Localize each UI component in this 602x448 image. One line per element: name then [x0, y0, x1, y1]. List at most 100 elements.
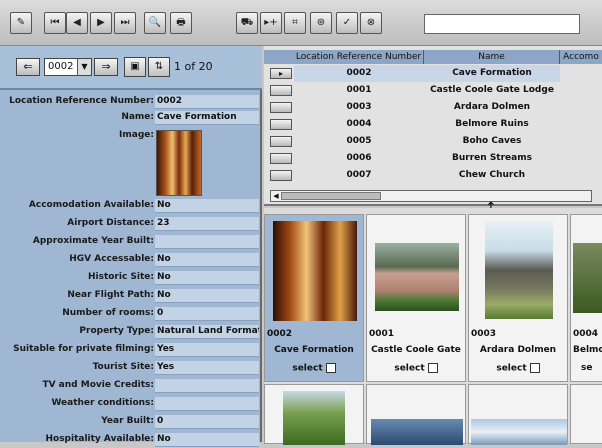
table-row[interactable]: ▸ 0002 Cave Formation [264, 65, 602, 82]
field-value[interactable]: No [155, 199, 259, 213]
row-selector[interactable] [270, 153, 292, 164]
field-label: Location Reference Number: [9, 96, 154, 106]
filter-icon[interactable]: ⊛ [310, 12, 332, 34]
horizontal-scrollbar[interactable]: ◀ [270, 190, 592, 202]
records-table: Location Reference Number Name Accomo ▸ 0… [264, 46, 602, 206]
table-row[interactable]: 0003 Ardara Dolmen [264, 99, 602, 116]
row-selector[interactable] [270, 136, 292, 147]
select-control[interactable]: select [367, 363, 465, 374]
add-record-icon[interactable]: ▸+ [260, 12, 282, 34]
thumbnail-image[interactable] [371, 419, 463, 445]
field-row: Near Flight Path: No [0, 288, 262, 304]
record-select[interactable]: 0002 ▼ [44, 58, 92, 76]
calendar-icon[interactable]: ▣ [124, 57, 146, 77]
column-header[interactable]: Location Reference Number [294, 50, 424, 64]
table-row[interactable]: 0006 Burren Streams [264, 150, 602, 167]
back-arrow-icon[interactable]: ⇐ [16, 58, 40, 76]
field-value[interactable]: No [155, 289, 259, 303]
row-selector[interactable] [270, 85, 292, 96]
field-value[interactable] [155, 397, 259, 411]
field-value[interactable]: No [155, 253, 259, 267]
cell-name[interactable]: Burren Streams [424, 150, 560, 167]
cell-name[interactable]: Belmore Ruins [424, 116, 560, 133]
chevron-down-icon[interactable]: ▼ [77, 59, 91, 75]
thumbnail-image[interactable] [471, 419, 567, 445]
cell-reference[interactable]: 0004 [294, 116, 424, 133]
current-row-pointer-icon[interactable]: ▸ [270, 68, 292, 79]
select-label: select [292, 363, 323, 374]
thumbnail-card[interactable] [570, 384, 602, 444]
field-row: Approximate Year Built: [0, 234, 262, 250]
thumbnail-image[interactable] [283, 391, 345, 445]
table-row[interactable]: 0001 Castle Coole Gate Lodge [264, 82, 602, 99]
thumbnail-image[interactable] [573, 243, 602, 313]
scrollbar-thumb[interactable] [281, 192, 381, 200]
print-icon[interactable]: 🖶 [170, 12, 192, 34]
cell-name[interactable]: Ardara Dolmen [424, 99, 560, 116]
table-row[interactable]: 0004 Belmore Ruins [264, 116, 602, 133]
cell-reference[interactable]: 0006 [294, 150, 424, 167]
cell-name[interactable]: Chew Church [424, 167, 560, 184]
table-row[interactable]: 0005 Boho Caves [264, 133, 602, 150]
first-record-icon[interactable]: ⏮ [44, 12, 66, 34]
thumbnail-card[interactable] [264, 384, 364, 445]
field-value[interactable]: No [155, 271, 259, 285]
cell-reference[interactable]: 0005 [294, 133, 424, 150]
select-checkbox[interactable] [427, 363, 438, 373]
field-value[interactable]: Natural Land Format [155, 325, 259, 339]
cell-name[interactable]: Cave Formation [424, 65, 560, 82]
row-selector[interactable] [270, 119, 292, 130]
last-record-icon[interactable]: ⏭ [114, 12, 136, 34]
search-icon[interactable]: 🔍 [144, 12, 166, 34]
field-value[interactable] [155, 235, 259, 249]
next-record-icon[interactable]: ▶ [90, 12, 112, 34]
thumbnail-card[interactable] [366, 384, 466, 445]
thumbnail-image[interactable] [485, 221, 553, 319]
select-control[interactable]: select [469, 363, 567, 374]
field-row: Suitable for private filming: Yes [0, 342, 262, 358]
select-control[interactable]: se [581, 363, 602, 373]
field-value[interactable]: Yes [155, 343, 259, 357]
check-icon[interactable]: ✓ [336, 12, 358, 34]
scroll-left-icon[interactable]: ◀ [271, 191, 281, 201]
row-selector[interactable] [270, 170, 292, 181]
thumbnail-card[interactable]: 0003 Ardara Dolmen select [468, 214, 568, 382]
field-value[interactable]: Cave Formation [155, 111, 259, 125]
forward-arrow-icon[interactable]: ⇒ [94, 58, 118, 76]
thumbnail-card[interactable]: 0002 Cave Formation select [264, 214, 364, 382]
previous-record-icon[interactable]: ◀ [66, 12, 88, 34]
search-input[interactable] [424, 14, 580, 34]
cell-name[interactable]: Boho Caves [424, 133, 560, 150]
thumbnail-card[interactable]: 0001 Castle Coole Gate select [366, 214, 466, 382]
select-checkbox[interactable] [325, 363, 336, 373]
cell-name[interactable]: Castle Coole Gate Lodge [424, 82, 560, 99]
row-selector[interactable] [270, 102, 292, 113]
sort-icon[interactable]: ⇅ [148, 57, 170, 77]
edit-record-icon[interactable]: ✎ [10, 12, 32, 34]
cell-reference[interactable]: 0001 [294, 82, 424, 99]
cell-reference[interactable]: 0002 [294, 65, 424, 82]
field-value[interactable]: 0 [155, 307, 259, 321]
cart-icon[interactable]: ⛟ [236, 12, 258, 34]
field-value[interactable] [155, 379, 259, 393]
column-header[interactable]: Name [424, 50, 560, 64]
grid-icon[interactable]: ⌗ [284, 12, 306, 34]
select-checkbox[interactable] [529, 363, 540, 373]
cancel-icon[interactable]: ⊗ [360, 12, 382, 34]
thumbnail-card[interactable] [468, 384, 568, 445]
cell-reference[interactable]: 0007 [294, 167, 424, 184]
field-value[interactable]: Yes [155, 361, 259, 375]
select-control[interactable]: select [265, 363, 363, 374]
thumbnail-image[interactable] [273, 221, 357, 321]
cell-reference[interactable]: 0003 [294, 99, 424, 116]
record-image[interactable] [156, 130, 202, 196]
field-value[interactable]: 0002 [155, 95, 259, 109]
field-value[interactable]: 23 [155, 217, 259, 231]
thumbnail-card[interactable]: 0004 Belmo se [570, 214, 602, 382]
field-value[interactable]: No [155, 433, 259, 447]
table-row[interactable]: 0007 Chew Church [264, 167, 602, 184]
thumbnail-image[interactable] [375, 243, 459, 311]
column-header[interactable]: Accomo [560, 50, 602, 64]
field-image: Image: [0, 128, 262, 144]
field-value[interactable]: 0 [155, 415, 259, 429]
